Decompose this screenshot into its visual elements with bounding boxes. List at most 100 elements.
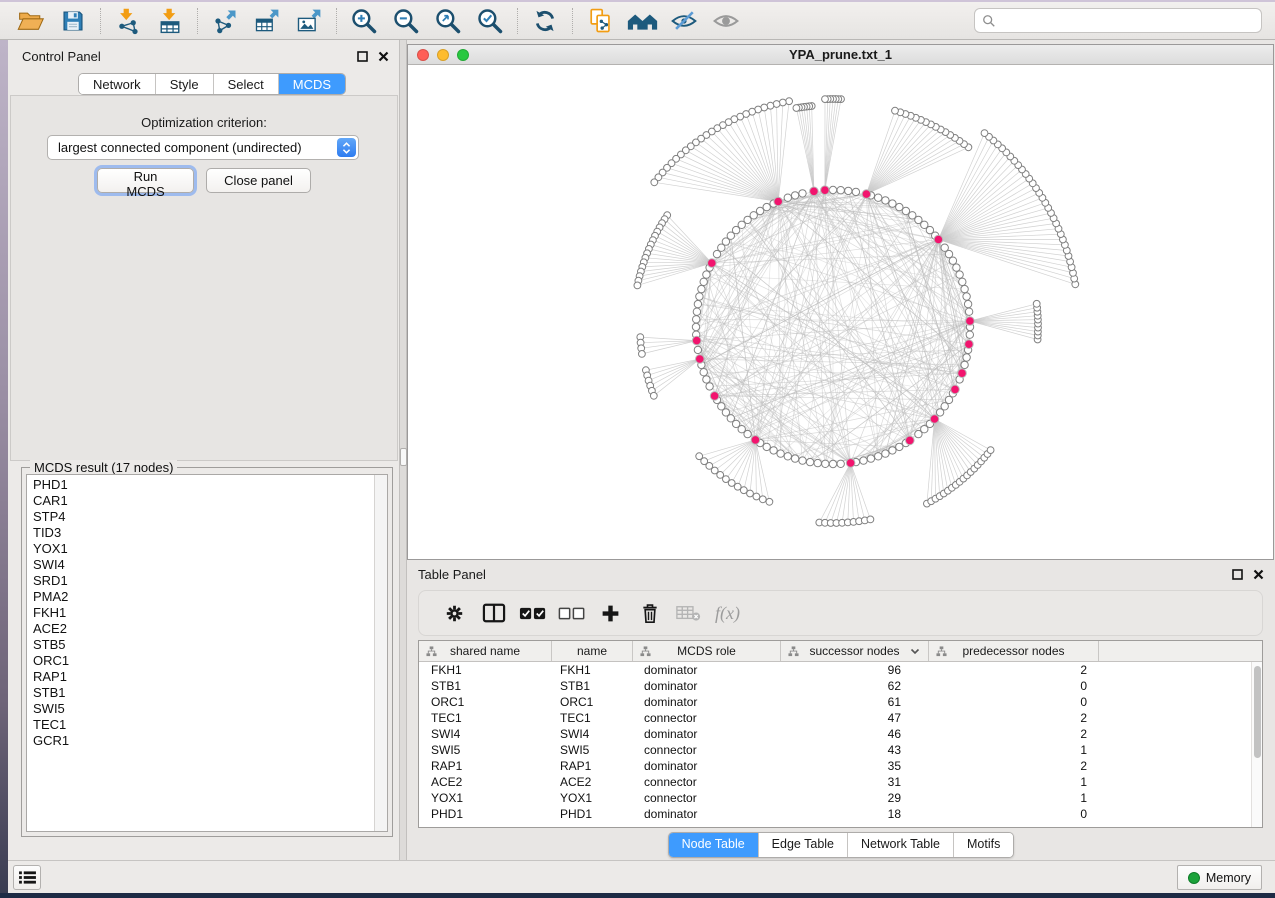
graph-mcds-node[interactable] xyxy=(966,317,975,326)
graph-node[interactable] xyxy=(706,383,713,390)
graph-node[interactable] xyxy=(889,447,896,454)
cell-shared-name[interactable]: STB1 xyxy=(419,678,552,694)
mcds-result-item[interactable]: CAR1 xyxy=(27,493,387,509)
tab-node-table[interactable]: Node Table xyxy=(669,833,758,857)
mcds-result-item[interactable]: PHD1 xyxy=(27,477,387,493)
memory-button[interactable]: Memory xyxy=(1177,865,1262,890)
graph-node[interactable] xyxy=(966,331,973,338)
table-row[interactable]: YOX1YOX1connector291 xyxy=(419,790,1262,806)
cell-predecessor-nodes[interactable]: 1 xyxy=(929,742,1099,758)
graph-node[interactable] xyxy=(961,361,968,368)
cell-successor-nodes[interactable]: 47 xyxy=(781,710,929,726)
cell-successor-nodes[interactable]: 31 xyxy=(781,774,929,790)
cell-name[interactable]: RAP1 xyxy=(552,758,633,774)
import-network-button[interactable] xyxy=(107,4,149,38)
tab-motifs[interactable]: Motifs xyxy=(953,833,1013,857)
export-network-button[interactable] xyxy=(204,4,246,38)
graph-node[interactable] xyxy=(829,186,836,193)
graph-node[interactable] xyxy=(949,257,956,264)
table-settings-button[interactable] xyxy=(435,593,474,633)
table-row[interactable]: STB1STB1dominator620 xyxy=(419,678,1262,694)
mcds-result-item[interactable]: SWI5 xyxy=(27,701,387,717)
cell-predecessor-nodes[interactable]: 0 xyxy=(929,806,1099,822)
graph-node[interactable] xyxy=(1033,300,1040,307)
graph-mcds-node[interactable] xyxy=(696,355,705,364)
cell-filler[interactable] xyxy=(1099,742,1262,758)
show-columns-button[interactable] xyxy=(474,593,513,633)
graph-node[interactable] xyxy=(791,192,798,199)
tab-select[interactable]: Select xyxy=(213,74,278,94)
graph-node[interactable] xyxy=(698,285,705,292)
show-all-button[interactable] xyxy=(705,4,747,38)
graph-mcds-node[interactable] xyxy=(951,385,960,394)
cell-predecessor-nodes[interactable]: 0 xyxy=(929,678,1099,694)
graph-node[interactable] xyxy=(822,460,829,467)
graph-node[interactable] xyxy=(777,450,784,457)
cell-filler[interactable] xyxy=(1099,806,1262,822)
graph-node[interactable] xyxy=(860,457,867,464)
graph-mcds-node[interactable] xyxy=(906,436,915,445)
graph-node[interactable] xyxy=(770,447,777,454)
graph-node[interactable] xyxy=(700,369,707,376)
zoom-fit-button[interactable] xyxy=(427,4,469,38)
column-header-shared-name[interactable]: shared name xyxy=(419,641,552,661)
cell-successor-nodes[interactable]: 18 xyxy=(781,806,929,822)
export-table-button[interactable] xyxy=(246,4,288,38)
cell-shared-name[interactable]: ORC1 xyxy=(419,694,552,710)
cell-successor-nodes[interactable]: 62 xyxy=(781,678,929,694)
delete-column-button[interactable] xyxy=(630,593,669,633)
table-scrollbar[interactable] xyxy=(1251,662,1262,827)
mcds-result-item[interactable]: SWI4 xyxy=(27,557,387,573)
criterion-select[interactable]: largest connected component (undirected) xyxy=(47,135,359,160)
mcds-result-item[interactable]: STB5 xyxy=(27,637,387,653)
cell-filler[interactable] xyxy=(1099,774,1262,790)
table-scrollbar-thumb[interactable] xyxy=(1254,666,1261,758)
graph-node[interactable] xyxy=(799,190,806,197)
mcds-result-item[interactable]: STB1 xyxy=(27,685,387,701)
graph-node[interactable] xyxy=(953,264,960,271)
float-table-panel-button[interactable] xyxy=(1231,568,1243,580)
graph-node[interactable] xyxy=(959,278,966,285)
tab-network[interactable]: Network xyxy=(79,74,155,94)
graph-node[interactable] xyxy=(693,316,700,323)
graph-mcds-node[interactable] xyxy=(708,259,717,268)
search-input[interactable] xyxy=(1001,11,1261,31)
table-row[interactable]: RAP1RAP1dominator352 xyxy=(419,758,1262,774)
graph-node[interactable] xyxy=(740,487,747,494)
graph-node[interactable] xyxy=(902,207,909,214)
graph-node[interactable] xyxy=(759,496,766,503)
graph-node[interactable] xyxy=(784,194,791,201)
zoom-selected-button[interactable] xyxy=(469,4,511,38)
graph-mcds-node[interactable] xyxy=(821,186,830,195)
graph-node[interactable] xyxy=(753,493,760,500)
mcds-result-list[interactable]: PHD1CAR1STP4TID3YOX1SWI4SRD1PMA2FKH1ACE2… xyxy=(26,474,388,832)
table-row[interactable]: SWI5SWI5connector431 xyxy=(419,742,1262,758)
cell-filler[interactable] xyxy=(1099,710,1262,726)
cell-filler[interactable] xyxy=(1099,758,1262,774)
mcds-result-item[interactable]: TEC1 xyxy=(27,717,387,733)
network-window-titlebar[interactable]: YPA_prune.txt_1 xyxy=(408,45,1273,65)
cell-predecessor-nodes[interactable]: 1 xyxy=(929,790,1099,806)
mcds-result-item[interactable]: FKH1 xyxy=(27,605,387,621)
run-mcds-button[interactable]: Run MCDS xyxy=(97,168,194,193)
cell-name[interactable]: SWI5 xyxy=(552,742,633,758)
graph-node[interactable] xyxy=(837,187,844,194)
graph-node[interactable] xyxy=(703,376,710,383)
cell-predecessor-nodes[interactable]: 2 xyxy=(929,710,1099,726)
save-session-button[interactable] xyxy=(52,4,94,38)
graph-mcds-node[interactable] xyxy=(774,197,783,206)
cell-name[interactable]: ORC1 xyxy=(552,694,633,710)
table-row[interactable]: ACE2ACE2connector311 xyxy=(419,774,1262,790)
column-header-successor-nodes[interactable]: successor nodes xyxy=(781,641,929,661)
close-mcds-panel-button[interactable]: Close panel xyxy=(206,168,311,193)
graph-node[interactable] xyxy=(987,447,994,454)
cell-mcds-role[interactable]: connector xyxy=(633,790,781,806)
cell-predecessor-nodes[interactable]: 2 xyxy=(929,758,1099,774)
vertical-splitter[interactable] xyxy=(400,40,407,860)
graph-node[interactable] xyxy=(867,516,874,523)
first-neighbors-button[interactable] xyxy=(621,4,663,38)
graph-node[interactable] xyxy=(882,197,889,204)
mcds-result-item[interactable]: ORC1 xyxy=(27,653,387,669)
graph-node[interactable] xyxy=(963,293,970,300)
graph-node[interactable] xyxy=(875,453,882,460)
